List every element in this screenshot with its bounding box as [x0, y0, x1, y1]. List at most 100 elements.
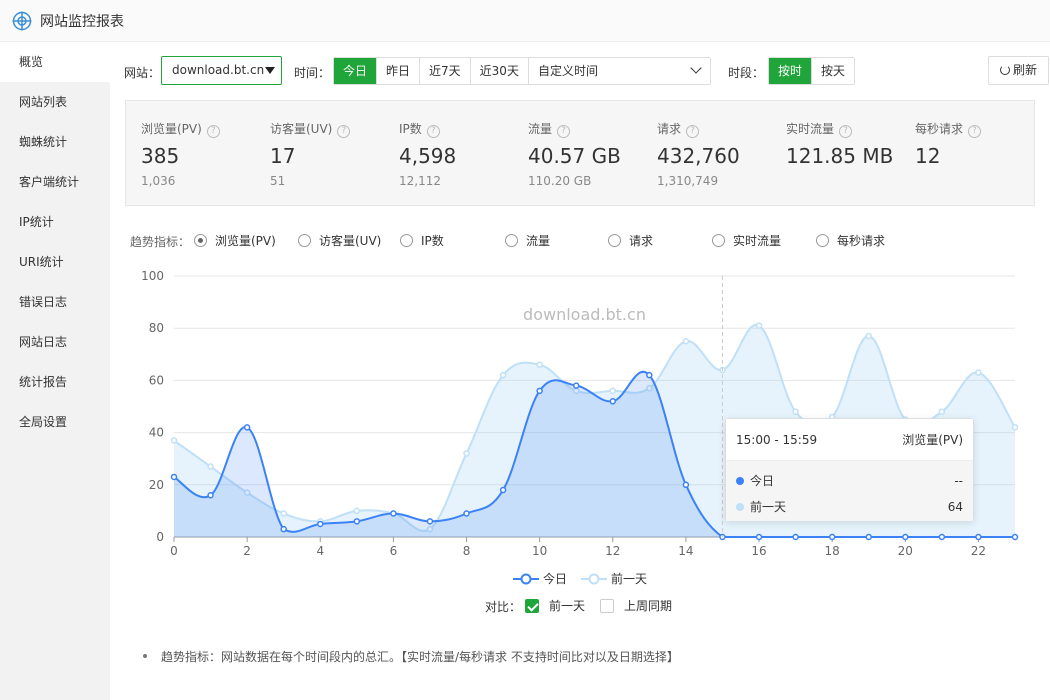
sidebar-item-overview[interactable]: 概览: [0, 42, 110, 82]
x-tick-label: 6: [390, 544, 398, 558]
compare-option-label: 上周同期: [624, 599, 673, 613]
data-point: [975, 533, 982, 541]
crosshair-target-icon: [12, 11, 32, 30]
tooltip-row-name: 今日: [750, 474, 775, 488]
y-tick-label: 80: [149, 321, 164, 335]
footnote-text: 趋势指标：网站数据在每个时间段内的总汇。【实时流量/每秒请求 不支持时间比对以及…: [161, 650, 679, 664]
data-point: [792, 408, 799, 415]
tooltip-rows: 今日 -- 前一天 64: [726, 461, 973, 521]
x-tick-label: 8: [463, 544, 471, 558]
compare-last-week-checkbox[interactable]: 上周同期: [600, 597, 672, 614]
series-swatch-icon: [736, 477, 744, 485]
data-point: [938, 408, 946, 415]
x-tick-label: 10: [532, 544, 547, 558]
data-point: [170, 437, 178, 444]
tooltip-header: 15:00 - 15:59 浏览量(PV): [726, 419, 973, 461]
x-tick-label: 22: [971, 544, 986, 558]
sidebar-item-error-log[interactable]: 错误日志: [0, 282, 110, 322]
data-point: [755, 533, 763, 541]
sidebar: 概览 网站列表 蜘蛛统计 客户端统计 IP统计 URI统计 错误日志 网站日志 …: [0, 42, 110, 700]
data-point: [572, 382, 580, 389]
tooltip-row-name: 前一天: [750, 500, 787, 514]
data-point: [426, 518, 434, 525]
data-point: [682, 481, 690, 489]
data-point: [536, 361, 543, 368]
data-point: [317, 520, 324, 528]
y-tick-label: 0: [156, 530, 164, 544]
checkbox-checked-icon: [525, 599, 539, 613]
data-point: [536, 387, 543, 395]
tooltip-metric: 浏览量(PV): [902, 433, 963, 447]
data-point: [682, 338, 690, 345]
x-tick-label: 20: [898, 544, 913, 558]
bullet-icon: [143, 654, 147, 658]
data-point: [828, 533, 836, 541]
sidebar-item-site-log[interactable]: 网站日志: [0, 322, 110, 362]
compare-label: 对比：: [485, 600, 522, 614]
legend-item-today[interactable]: 今日: [513, 570, 567, 587]
y-tick-label: 20: [149, 478, 164, 492]
data-point: [499, 371, 507, 379]
legend-line-icon: [581, 573, 607, 585]
legend-label: 前一天: [611, 572, 648, 586]
legend-label: 今日: [543, 572, 568, 586]
series-swatch-icon: [736, 503, 744, 511]
x-tick-label: 16: [751, 544, 766, 558]
data-point: [170, 473, 178, 481]
tooltip-row-value: --: [954, 474, 963, 488]
data-point: [609, 387, 617, 395]
x-tick-label: 2: [243, 544, 251, 558]
sidebar-item-uri-stats[interactable]: URI统计: [0, 242, 110, 282]
data-point: [353, 518, 361, 525]
data-point: [609, 398, 617, 405]
sidebar-item-client-stats[interactable]: 客户端统计: [0, 162, 110, 202]
data-point: [1011, 424, 1019, 431]
chart-watermark: download.bt.cn: [523, 305, 646, 324]
data-point: [280, 510, 287, 517]
data-point: [792, 533, 799, 541]
data-point: [975, 369, 982, 376]
legend-line-icon: [513, 573, 539, 585]
data-point: [1011, 533, 1019, 541]
footnote: 趋势指标：网站数据在每个时间段内的总汇。【实时流量/每秒请求 不支持时间比对以及…: [143, 648, 679, 665]
compare-option-label: 前一天: [549, 599, 586, 613]
tooltip-row-value: 64: [947, 500, 963, 514]
tooltip-row-today: 今日 --: [726, 468, 973, 494]
data-point: [463, 510, 470, 517]
data-point: [646, 371, 653, 379]
data-point: [243, 424, 251, 431]
app-title: 网站监控报表: [40, 13, 124, 30]
tooltip-row-previous-day: 前一天 64: [726, 494, 973, 520]
data-point: [207, 463, 214, 470]
x-tick-label: 4: [316, 544, 324, 558]
x-tick-label: 14: [678, 544, 693, 558]
y-tick-label: 40: [149, 426, 164, 440]
tooltip-time: 15:00 - 15:59: [736, 433, 818, 447]
compare-previous-day-checkbox[interactable]: 前一天: [525, 597, 585, 614]
x-tick-label: 12: [605, 544, 620, 558]
legend-item-previous-day[interactable]: 前一天: [581, 570, 647, 587]
y-tick-label: 100: [141, 269, 164, 283]
sidebar-item-global-settings[interactable]: 全局设置: [0, 402, 110, 442]
chart-tooltip: 15:00 - 15:59 浏览量(PV) 今日 -- 前一天 64: [725, 418, 974, 521]
main-panel: 网站： download.bt.cn 时间： 今日 昨日 近7天 近30天 自定…: [110, 42, 1050, 700]
x-tick-label: 18: [825, 544, 840, 558]
sidebar-item-stats-report[interactable]: 统计报告: [0, 362, 110, 402]
data-point: [865, 332, 872, 340]
data-point: [353, 507, 361, 515]
data-point: [499, 486, 507, 494]
checkbox-icon: [600, 599, 614, 613]
data-point: [390, 510, 397, 517]
data-point: [902, 533, 909, 541]
sidebar-item-site-list[interactable]: 网站列表: [0, 82, 110, 122]
data-point: [207, 491, 214, 499]
data-point: [280, 525, 287, 533]
data-point: [938, 533, 946, 541]
x-tick-label: 0: [170, 544, 178, 558]
sidebar-item-ip-stats[interactable]: IP统计: [0, 202, 110, 242]
sidebar-item-spider-stats[interactable]: 蜘蛛统计: [0, 122, 110, 162]
title-bar: 网站监控报表: [0, 0, 1050, 42]
data-point: [865, 533, 872, 541]
data-point: [755, 322, 763, 329]
y-tick-label: 60: [149, 373, 164, 387]
